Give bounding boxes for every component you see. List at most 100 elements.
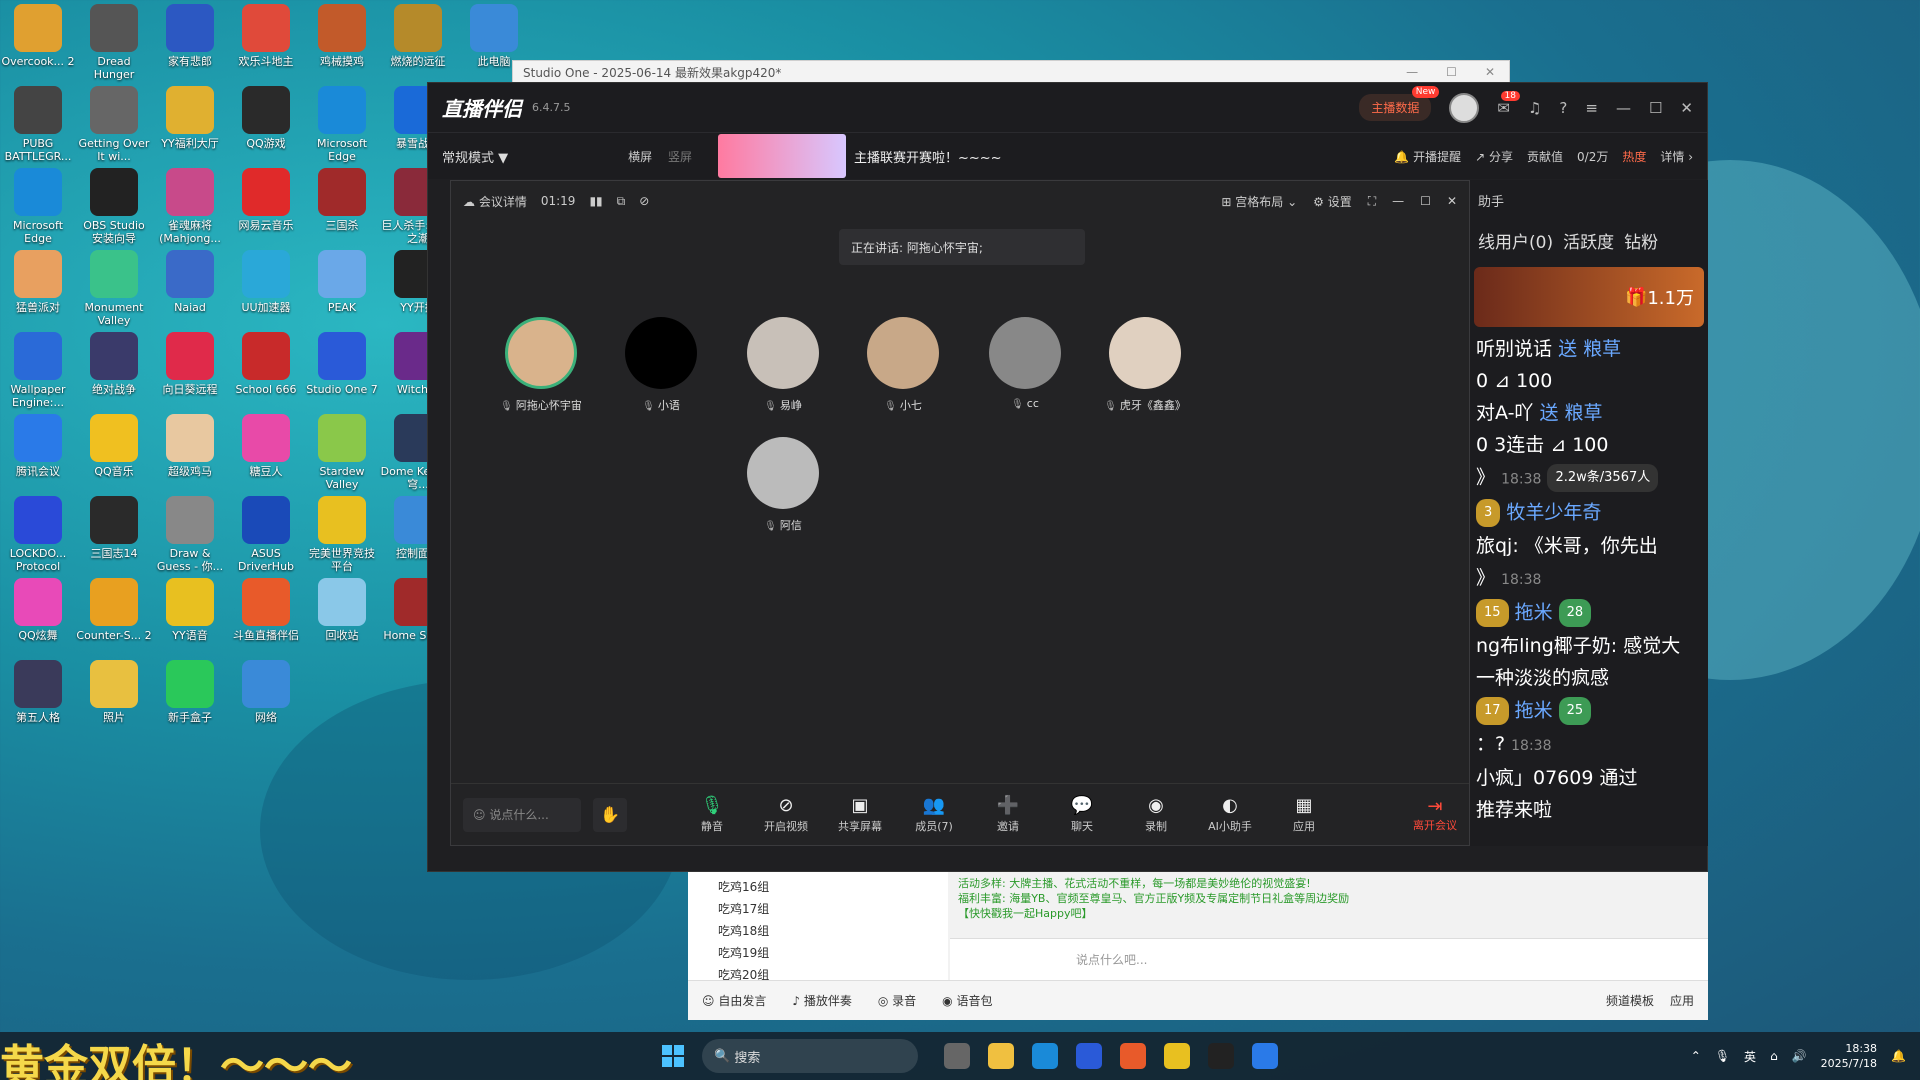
- desktop-icon[interactable]: Wallpaper Engine:...: [0, 332, 76, 409]
- tool-video[interactable]: ⊘ 开启视频: [761, 795, 811, 834]
- tool-apps[interactable]: ▦ 应用: [1279, 795, 1329, 834]
- participant-tile[interactable]: 🎙 阿拖心怀宇宙: [481, 317, 601, 413]
- channel-item[interactable]: 吃鸡19组: [718, 942, 918, 964]
- tray-chevron-icon[interactable]: ⌃: [1691, 1049, 1701, 1063]
- edge-icon[interactable]: [1032, 1043, 1058, 1069]
- streamer-data-button[interactable]: 主播数据 New: [1359, 86, 1440, 121]
- desktop-icon[interactable]: 绝对战争: [76, 332, 152, 396]
- leave-meeting-button[interactable]: ⇥ 离开会议: [1413, 796, 1457, 833]
- notification-icon[interactable]: 🔔: [1891, 1049, 1906, 1063]
- close-icon[interactable]: ✕: [1447, 194, 1457, 208]
- maximize-icon[interactable]: ☐: [1420, 194, 1431, 208]
- meeting-chat-input[interactable]: ☺ 说点什么...: [463, 797, 581, 832]
- volume-icon[interactable]: 🔊: [1792, 1049, 1807, 1063]
- channel-item[interactable]: 吃鸡17组: [718, 898, 918, 920]
- desktop-icon[interactable]: 鸡械摸鸡: [304, 4, 380, 68]
- share-button[interactable]: ↗ 分享: [1475, 148, 1513, 165]
- participant-tile[interactable]: 🎙 cc: [965, 317, 1085, 410]
- task-view-icon[interactable]: [944, 1043, 970, 1069]
- desktop-icon[interactable]: Naiad: [152, 250, 228, 314]
- signal-icon[interactable]: ▮▮: [589, 194, 602, 208]
- ime-indicator[interactable]: 英: [1744, 1048, 1756, 1065]
- yy-icon[interactable]: [1164, 1043, 1190, 1069]
- desktop-icon[interactable]: 完美世界竞技平台: [304, 496, 380, 573]
- yy-toolbar-button[interactable]: ♪ 播放伴奏: [792, 992, 852, 1009]
- desktop-icon[interactable]: UU加速器: [228, 250, 304, 314]
- fullscreen-icon[interactable]: ⛶: [1368, 194, 1376, 209]
- close-icon[interactable]: ✕: [1485, 65, 1495, 79]
- desktop-icon[interactable]: YY福利大厅: [152, 86, 228, 150]
- mode-selector[interactable]: 常规模式 ▼: [442, 147, 508, 166]
- clock[interactable]: 18:38 2025/7/18: [1821, 1041, 1877, 1071]
- desktop-icon[interactable]: OBS Studio 安装向导: [76, 168, 152, 245]
- participant-tile[interactable]: 🎙 小语: [601, 317, 721, 413]
- chat-tab[interactable]: 钻粉: [1624, 228, 1658, 253]
- desktop-icon[interactable]: 欢乐斗地主: [228, 4, 304, 68]
- minimize-icon[interactable]: —: [1616, 99, 1631, 117]
- studio-one-titlebar[interactable]: Studio One - 2025-06-14 最新效果akgp420* — ☐…: [512, 60, 1510, 84]
- desktop-icon[interactable]: Microsoft Edge: [304, 86, 380, 163]
- channel-item[interactable]: 吃鸡16组: [718, 876, 918, 898]
- desktop-icon[interactable]: LOCKDO... Protocol: [0, 496, 76, 573]
- tool-share-screen[interactable]: ▣ 共享屏幕: [835, 795, 885, 834]
- desktop-icon[interactable]: 糖豆人: [228, 414, 304, 478]
- desktop-icon[interactable]: Studio One 7: [304, 332, 380, 396]
- tencent-meeting-icon[interactable]: [1252, 1043, 1278, 1069]
- desktop-icon[interactable]: QQ音乐: [76, 414, 152, 478]
- desktop-icon[interactable]: QQ炫舞: [0, 578, 76, 642]
- desktop-icon[interactable]: Monument Valley: [76, 250, 152, 327]
- settings-button[interactable]: ⚙ 设置: [1313, 193, 1352, 210]
- portrait-button[interactable]: 竖屏: [668, 150, 692, 164]
- minimize-icon[interactable]: —: [1406, 65, 1418, 79]
- start-button[interactable]: [662, 1045, 684, 1067]
- tool-record[interactable]: ◉ 录制: [1131, 795, 1181, 834]
- desktop-icon[interactable]: 燃烧的远征: [380, 4, 456, 68]
- yy-toolbar-right-button[interactable]: 频道模板: [1606, 992, 1654, 1009]
- desktop-icon[interactable]: 向日葵远程: [152, 332, 228, 396]
- desktop-icon[interactable]: 此电脑: [456, 4, 532, 68]
- desktop-icon[interactable]: Stardew Valley: [304, 414, 380, 491]
- menu-icon[interactable]: ≡: [1585, 99, 1598, 117]
- banner-text[interactable]: 主播联赛开赛啦！~~~~: [854, 147, 1002, 166]
- participant-tile[interactable]: 🎙 易峥: [723, 317, 843, 413]
- tool-members[interactable]: 👥 成员(7): [909, 795, 959, 834]
- desktop-icon[interactable]: 新手盒子: [152, 660, 228, 724]
- chat-tab[interactable]: 活跃度: [1563, 228, 1614, 253]
- desktop-icon[interactable]: 网易云音乐: [228, 168, 304, 232]
- file-explorer-icon[interactable]: [988, 1043, 1014, 1069]
- maximize-icon[interactable]: ☐: [1446, 65, 1457, 79]
- yy-live-icon[interactable]: [1208, 1043, 1234, 1069]
- desktop-icon[interactable]: 三国志14: [76, 496, 152, 560]
- gift-card[interactable]: 🎁 1.1万: [1474, 267, 1704, 327]
- douyu-icon[interactable]: [1120, 1043, 1146, 1069]
- desktop-icon[interactable]: Dread Hunger: [76, 4, 152, 81]
- message-icon[interactable]: ✉ 18: [1497, 90, 1520, 117]
- participant-tile[interactable]: 🎙 虎牙《鑫鑫》: [1085, 317, 1205, 413]
- desktop-icon[interactable]: YY语音: [152, 578, 228, 642]
- raise-hand-icon[interactable]: ✋: [593, 797, 627, 832]
- tool-chat[interactable]: 💬 聊天: [1057, 795, 1107, 834]
- desktop-icon[interactable]: Overcook... 2: [0, 4, 76, 68]
- yy-toolbar-button[interactable]: ☺ 自由发言: [702, 992, 766, 1009]
- desktop-icon[interactable]: 回收站: [304, 578, 380, 642]
- banner-image[interactable]: [718, 134, 846, 178]
- tool-invite[interactable]: ➕ 邀请: [983, 795, 1033, 834]
- close-icon[interactable]: ✕: [1680, 99, 1693, 117]
- desktop-icon[interactable]: 照片: [76, 660, 152, 724]
- desktop-icon[interactable]: PUBG BATTLEGR...: [0, 86, 76, 163]
- tool-ai[interactable]: ◐ AI小助手: [1205, 795, 1255, 834]
- open-reminder-button[interactable]: 🔔 开播提醒: [1394, 148, 1461, 165]
- yy-toolbar-button[interactable]: ◎ 录音: [878, 992, 916, 1009]
- avatar[interactable]: [1449, 92, 1480, 123]
- desktop-icon[interactable]: 雀魂麻将 (Mahjong...: [152, 168, 228, 245]
- mic-icon[interactable]: 🎙: [1715, 1049, 1730, 1063]
- desktop-icon[interactable]: School 666: [228, 332, 304, 396]
- meeting-details-button[interactable]: ☁ 会议详情: [463, 193, 527, 210]
- desktop-icon[interactable]: Counter-S... 2: [76, 578, 152, 642]
- yy-chat-input[interactable]: 说点什么吧...: [950, 938, 1708, 980]
- channel-item[interactable]: 吃鸡18组: [718, 920, 918, 942]
- desktop-icon[interactable]: QQ游戏: [228, 86, 304, 150]
- desktop-icon[interactable]: 第五人格: [0, 660, 76, 724]
- layout-button[interactable]: ⊞ 宫格布局 ⌄: [1221, 193, 1297, 210]
- desktop-icon[interactable]: 超级鸡马: [152, 414, 228, 478]
